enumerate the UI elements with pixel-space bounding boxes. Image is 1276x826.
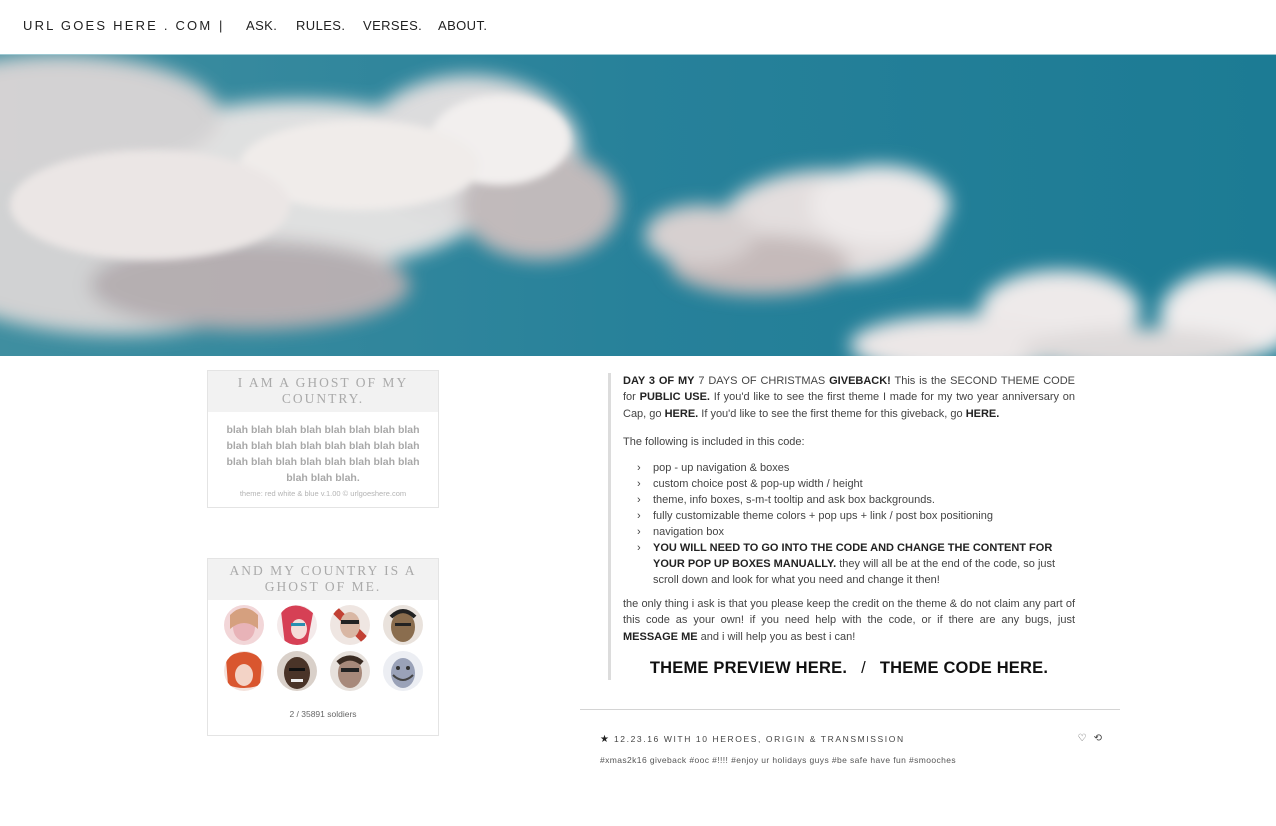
post-intro-text-3: If you'd like to see the first theme for… xyxy=(698,407,966,420)
follower-avatar[interactable] xyxy=(330,651,370,691)
text-post: DAY 3 OF MY 7 DAYS OF CHRISTMAS GIVEBACK… xyxy=(608,373,1075,681)
follower-avatar[interactable] xyxy=(277,605,317,645)
site-url-link[interactable]: URL GOES HERE . COM xyxy=(23,18,212,33)
theme-code-link[interactable]: THEME CODE HERE. xyxy=(880,659,1048,678)
nav-link-rules[interactable]: RULES. xyxy=(296,18,345,33)
list-item-text: fully customizable theme colors + pop up… xyxy=(653,510,993,523)
sidebar-description-text: blah blah blah blah blah blah blah blah … xyxy=(226,424,420,484)
list-item-text: navigation box xyxy=(653,526,724,539)
nav-separator: | xyxy=(219,18,223,33)
post-intro-days: 7 DAYS OF CHRISTMAS xyxy=(694,375,830,387)
sidebar-description-box: I AM A GHOST OF MY COUNTRY. blah blah bl… xyxy=(207,370,439,508)
follower-avatar[interactable] xyxy=(277,651,317,691)
bullet-arrow-icon: › xyxy=(637,462,641,475)
post-included-heading: The following is included in this code: xyxy=(623,435,805,448)
follower-count: 2 / 35891 soldiers xyxy=(289,709,357,719)
closing-text: the only thing i ask is that you please … xyxy=(623,598,1075,627)
theme-credit[interactable]: theme: red white & blue v.1.00 © urlgoes… xyxy=(208,489,438,498)
nav-link-about[interactable]: ABOUT. xyxy=(438,18,487,33)
nav-link-ask[interactable]: ASK. xyxy=(246,18,277,33)
reblog-icon[interactable]: ⟲ xyxy=(1094,733,1102,744)
post-divider xyxy=(580,709,1120,710)
post-public-use: PUBLIC USE. xyxy=(639,391,710,404)
giveback-theme-link[interactable]: HERE. xyxy=(966,408,1000,420)
follower-avatar[interactable] xyxy=(330,605,370,645)
list-item: › custom choice post & pop-up width / hei… xyxy=(623,476,1075,492)
list-item-text: pop - up navigation & boxes xyxy=(653,462,790,475)
message-me-link[interactable]: MESSAGE ME xyxy=(623,631,698,643)
post-intro-giveback: GIVEBACK! xyxy=(829,375,891,387)
bullet-arrow-icon: › xyxy=(637,494,641,507)
post-intro-day: DAY 3 OF MY xyxy=(623,375,695,387)
post-intro-paragraph: DAY 3 OF MY 7 DAYS OF CHRISTMAS GIVEBACK… xyxy=(623,373,1075,422)
bullet-arrow-icon: › xyxy=(637,542,641,555)
like-icon[interactable]: ♡ xyxy=(1078,733,1087,744)
follower-avatar[interactable] xyxy=(224,651,264,691)
sidebar-followers-box: AND MY COUNTRY IS A GHOST OF ME. 2 / 358… xyxy=(207,558,439,736)
feature-list: › pop - up navigation & boxes › custom cho… xyxy=(623,460,1075,588)
list-item-text: theme, info boxes, s-m-t tooltip and ask… xyxy=(653,494,935,507)
list-item: › YOU WILL NEED TO GO INTO THE CODE AND C… xyxy=(623,540,1075,588)
post-actions: ♡ ⟲ xyxy=(1071,733,1102,744)
bullet-arrow-icon: › xyxy=(637,510,641,523)
header-sky-image xyxy=(0,55,1276,356)
post-tags[interactable]: #xmas2k16 giveback #ooc #!!!! #enjoy ur … xyxy=(600,755,956,765)
nav-link-verses[interactable]: VERSES. xyxy=(363,18,422,33)
closing-text-2: and i will help you as best i can! xyxy=(697,630,856,643)
sidebar-box-title: I AM A GHOST OF MY COUNTRY. xyxy=(208,371,438,412)
star-icon: ★ xyxy=(600,734,609,745)
post-info: ★ 12.23.16 WITH 10 HEROES, ORIGIN & TRANS… xyxy=(600,733,1102,746)
list-item-text: custom choice post & pop-up width / heig… xyxy=(653,478,863,491)
first-theme-link[interactable]: HERE. xyxy=(665,408,699,420)
follower-avatar[interactable] xyxy=(383,651,423,691)
bullet-arrow-icon: › xyxy=(637,526,641,539)
theme-links: THEME PREVIEW HERE. / THEME CODE HERE. xyxy=(623,659,1075,680)
follower-avatar[interactable] xyxy=(224,605,264,645)
list-item: › fully customizable theme colors + pop u… xyxy=(623,508,1075,524)
links-separator: / xyxy=(861,659,866,678)
post-closing-paragraph: the only thing i ask is that you please … xyxy=(623,596,1075,645)
bullet-arrow-icon: › xyxy=(637,478,641,491)
post-date-notes[interactable]: 12.23.16 WITH 10 HEROES, ORIGIN & TRANSM… xyxy=(614,734,905,744)
top-navigation: URL GOES HERE . COM | ASK. RULES. VERSES… xyxy=(0,0,1276,54)
list-item: › navigation box xyxy=(623,524,1075,540)
follower-avatar[interactable] xyxy=(383,605,423,645)
sidebar-box-title: AND MY COUNTRY IS A GHOST OF ME. xyxy=(208,559,438,600)
theme-preview-link[interactable]: THEME PREVIEW HERE. xyxy=(650,659,847,678)
list-item: › theme, info boxes, s-m-t tooltip and as… xyxy=(623,492,1075,508)
list-item: › pop - up navigation & boxes xyxy=(623,460,1075,476)
